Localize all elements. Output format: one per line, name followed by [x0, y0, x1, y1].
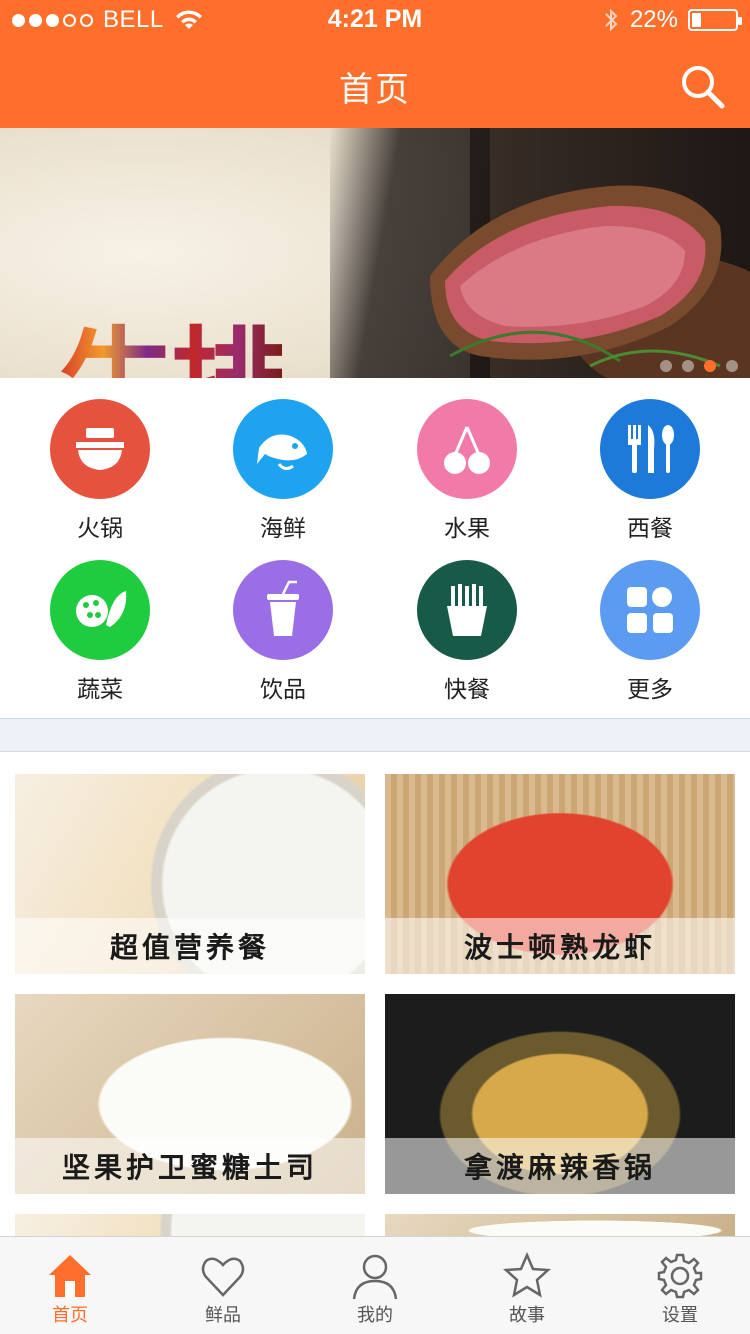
battery-percent: 22%: [629, 6, 678, 33]
recipe-card-title: 拿渡麻辣香锅: [385, 1138, 735, 1194]
pager-dot: [660, 360, 672, 372]
tab-label: 首页: [52, 1305, 88, 1326]
banner-carousel[interactable]: 牛排: [0, 128, 750, 378]
category-western[interactable]: 西餐: [575, 399, 725, 543]
tab-home[interactable]: 首页: [10, 1251, 130, 1327]
tab-settings[interactable]: 设置: [620, 1251, 740, 1327]
category-more[interactable]: 更多: [575, 560, 725, 704]
battery-icon: [688, 9, 742, 31]
category-label: 更多: [627, 677, 673, 703]
recipe-card-title: 坚果护卫蜜糖土司: [15, 1138, 365, 1194]
heart-icon: [201, 1257, 245, 1297]
cherry-icon: [417, 399, 517, 499]
category-fruit[interactable]: 水果: [392, 399, 542, 543]
tab-mine[interactable]: 我的: [315, 1251, 435, 1327]
category-label: 蔬菜: [77, 677, 123, 703]
banner-pager: [660, 360, 738, 372]
recipe-card-4[interactable]: 拿渡麻辣香锅: [385, 994, 735, 1194]
section-divider: [0, 718, 750, 752]
tab-bar: 首页 鲜品 我的 故事 设置: [0, 1236, 750, 1334]
grid-icon: [600, 560, 700, 660]
category-label: 快餐: [444, 677, 490, 703]
category-seafood[interactable]: 海鲜: [208, 399, 358, 543]
fish-icon: [233, 399, 333, 499]
tab-fresh[interactable]: 鲜品: [163, 1251, 283, 1327]
gear-icon: [657, 1253, 703, 1299]
tab-label: 鲜品: [205, 1305, 241, 1326]
category-fastfood[interactable]: 快餐: [392, 560, 542, 704]
top-bar: BELL 4:21 PM 22% 首页: [0, 0, 750, 128]
pager-dot-active: [704, 360, 716, 372]
star-icon: [502, 1251, 552, 1298]
recipe-card-3[interactable]: 坚果护卫蜜糖土司: [15, 994, 365, 1194]
category-label: 水果: [444, 516, 490, 542]
category-label: 海鲜: [260, 516, 306, 542]
fries-icon: [417, 560, 517, 660]
home-icon: [49, 1255, 91, 1297]
drink-icon: [233, 560, 333, 660]
banner-title: 牛排: [58, 288, 288, 378]
page-title: 首页: [339, 70, 411, 110]
bluetooth-icon: [605, 8, 618, 32]
status-right: 22%: [602, 6, 742, 34]
tab-label: 我的: [357, 1305, 393, 1326]
category-hotpot[interactable]: 火锅: [25, 399, 175, 543]
recipe-card-2[interactable]: 波士顿熟龙虾: [385, 774, 735, 974]
cutlery-icon: [600, 399, 700, 499]
vegetable-icon: [50, 560, 150, 660]
tab-stories[interactable]: 故事: [467, 1251, 587, 1327]
status-bar: BELL 4:21 PM 22%: [0, 0, 750, 40]
category-drinks[interactable]: 饮品: [208, 560, 358, 704]
recipe-card-title: 超值营养餐: [15, 918, 365, 974]
category-label: 西餐: [627, 516, 673, 542]
tab-label: 故事: [509, 1305, 545, 1326]
category-vegetable[interactable]: 蔬菜: [25, 560, 175, 704]
pager-dot: [682, 360, 694, 372]
user-icon: [352, 1254, 398, 1300]
search-icon[interactable]: [678, 62, 726, 110]
category-label: 火锅: [77, 516, 123, 542]
pager-dot: [726, 360, 738, 372]
recipe-card-1[interactable]: 超值营养餐: [15, 774, 365, 974]
steak-image: [430, 185, 750, 378]
category-grid: 火锅 海鲜 水果 西餐 蔬菜 饮品 快餐 更多: [0, 378, 750, 718]
category-label: 饮品: [260, 677, 306, 703]
recipe-card-title: 波士顿熟龙虾: [385, 918, 735, 974]
tab-label: 设置: [662, 1305, 698, 1326]
hotpot-icon: [50, 399, 150, 499]
